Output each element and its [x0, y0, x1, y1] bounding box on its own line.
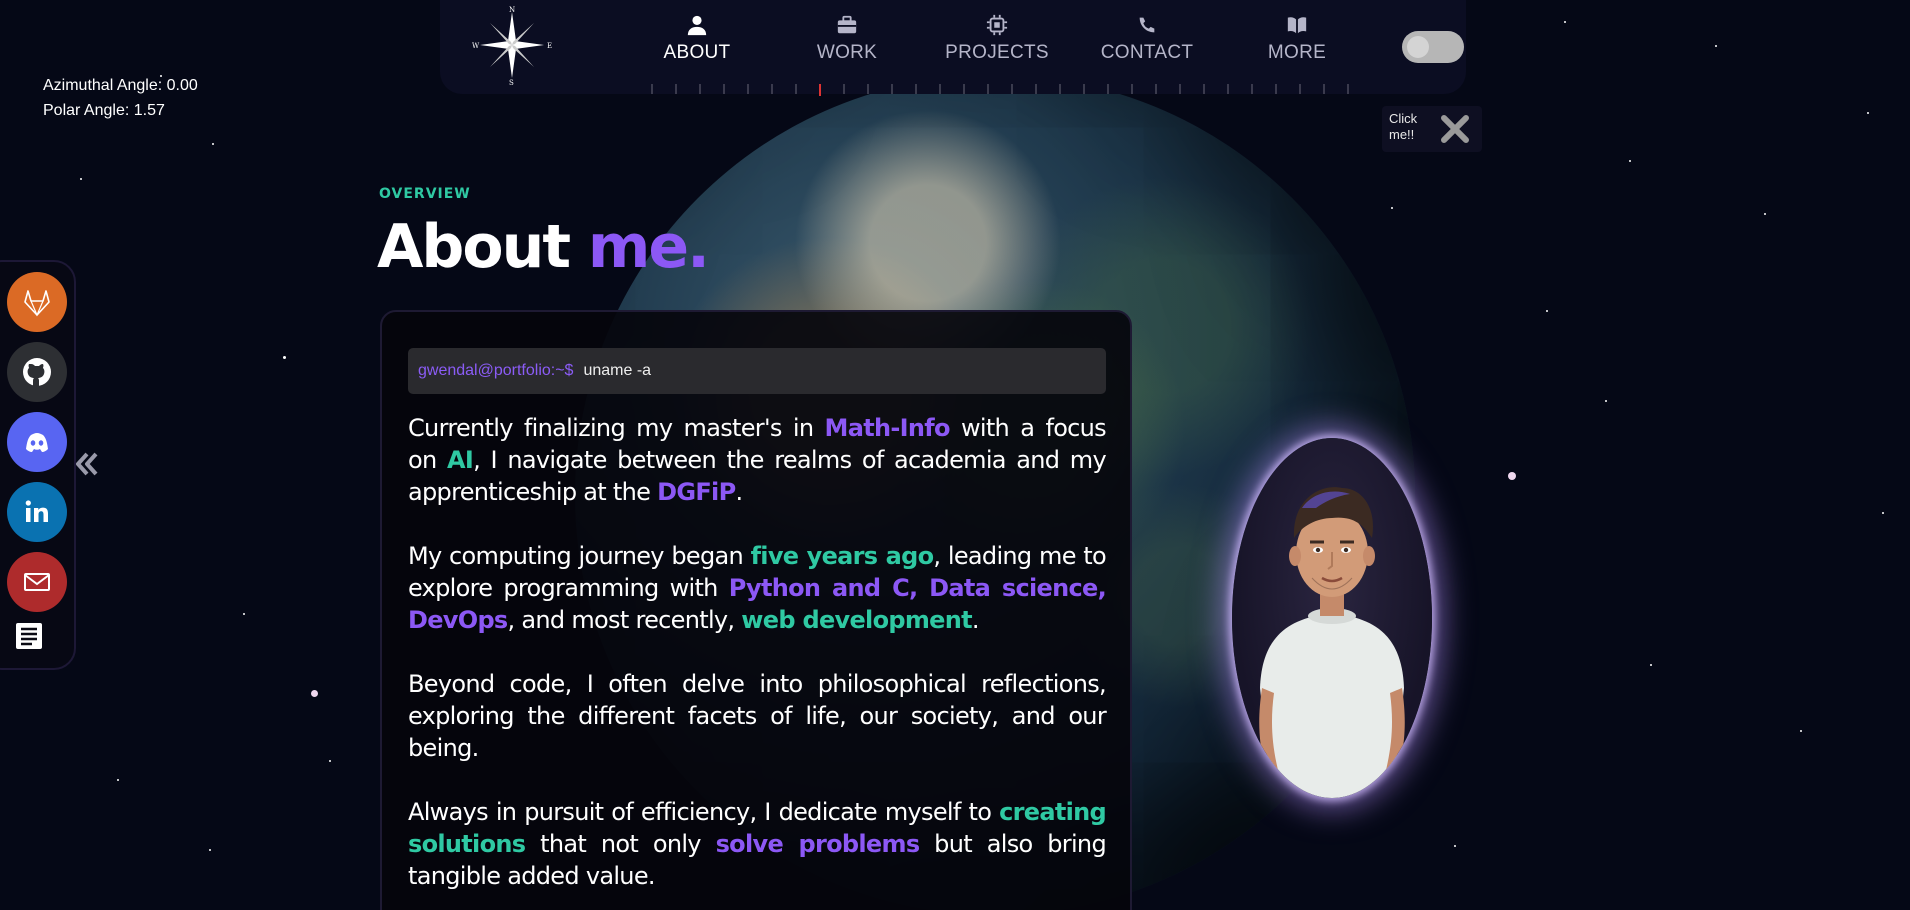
svg-text:N: N [509, 6, 515, 14]
resume-document-icon[interactable] [14, 621, 44, 651]
polar-angle: Polar Angle: 1.57 [43, 102, 165, 119]
social-sidebar [0, 260, 76, 670]
github-icon [23, 358, 51, 387]
nav-work-label: WORK [816, 42, 878, 63]
user-icon [687, 15, 707, 36]
section-eyebrow: OVERVIEW [379, 186, 471, 202]
book-icon [1287, 17, 1307, 34]
scroll-ruler [651, 84, 1349, 96]
nav-contact[interactable]: CONTACT [1072, 14, 1222, 64]
terminal-bar: gwendal@portfolio:~$ uname -a [408, 348, 1106, 394]
nav-menu: ABOUT WORK PROJECTS CONTACT MORE [622, 14, 1372, 64]
svg-text:W: W [472, 42, 480, 50]
nav-contact-label: CONTACT [1100, 42, 1194, 63]
chevron-double-left-icon[interactable] [75, 450, 99, 478]
nav-projects[interactable]: PROJECTS [922, 14, 1072, 64]
avatar[interactable] [1232, 438, 1432, 798]
click-me-hint[interactable]: Click me!! [1382, 106, 1482, 152]
nav-about-label: ABOUT [663, 42, 731, 63]
chip-icon [986, 14, 1008, 36]
page-title: About me. [377, 212, 710, 282]
avatar-illustration [1259, 487, 1405, 798]
paragraph-philosophy: Beyond code, I often delve into philosop… [408, 670, 1107, 762]
compass-logo-icon[interactable]: N E S W [472, 4, 552, 86]
nav-about[interactable]: ABOUT [622, 14, 772, 64]
phone-icon [1139, 17, 1155, 33]
svg-text:S: S [509, 79, 514, 86]
toggle-knob [1407, 36, 1429, 58]
click-me-label: Click me!! [1389, 111, 1418, 142]
mail-icon [24, 573, 50, 591]
theme-toggle[interactable] [1402, 31, 1464, 63]
paragraph-efficiency: Always in pursuit of efficiency, I dedic… [408, 798, 1107, 890]
briefcase-icon [837, 15, 857, 34]
terminal-command: uname -a [583, 362, 652, 379]
paragraph-journey: My computing journey began five years ag… [408, 542, 1107, 634]
about-card: gwendal@portfolio:~$ uname -a Currently … [380, 310, 1132, 910]
svg-text:E: E [547, 42, 552, 50]
gitlab-icon [24, 290, 50, 317]
camera-angles: Azimuthal Angle: 0.00 Polar Angle: 1.57 [43, 73, 198, 123]
navbar: N E S W ABOUT WORK PROJECTS CONTACT MORE [440, 0, 1466, 96]
paragraph-studies: Currently finalizing my master's in Math… [408, 414, 1107, 506]
nav-more-label: MORE [1267, 42, 1327, 63]
nav-projects-label: PROJECTS [945, 42, 1049, 63]
github-button[interactable] [7, 342, 67, 402]
nav-work[interactable]: WORK [772, 14, 922, 64]
discord-button[interactable] [7, 412, 67, 472]
nav-more[interactable]: MORE [1222, 14, 1372, 64]
gitlab-button[interactable] [7, 272, 67, 332]
discord-icon [26, 433, 48, 452]
linkedin-icon [25, 500, 48, 522]
email-button[interactable] [7, 552, 67, 612]
azimuthal-angle: Azimuthal Angle: 0.00 [43, 77, 198, 94]
close-icon[interactable] [1440, 114, 1470, 144]
linkedin-button[interactable] [7, 482, 67, 542]
terminal-prompt: gwendal@portfolio:~$ [418, 362, 574, 379]
